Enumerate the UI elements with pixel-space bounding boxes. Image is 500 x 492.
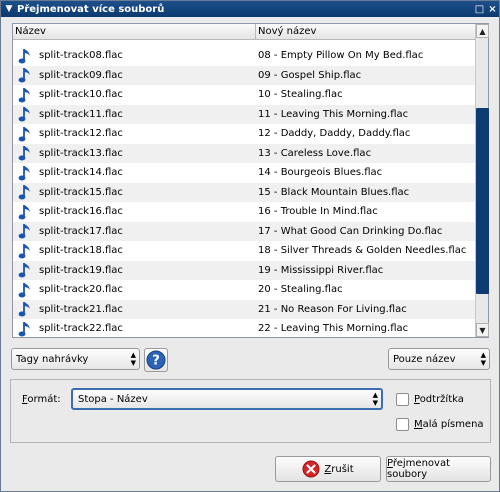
list-header: Název Nový název xyxy=(13,24,475,40)
new-filename: 09 - Gospel Ship.flac xyxy=(258,69,362,81)
window-menu-icon[interactable]: ▼ xyxy=(1,4,17,14)
list-item[interactable]: split-track08.flac 08 - Empty Pillow On M… xyxy=(13,46,475,66)
svg-text:?: ? xyxy=(152,354,160,369)
list-item[interactable]: split-track18.flac 18 - Silver Threads & … xyxy=(13,241,475,261)
original-filename: split-track15.flac xyxy=(39,186,123,198)
list-item[interactable]: split-track17.flac 17 - What Good Can Dri… xyxy=(13,221,475,241)
underscores-label[interactable]: Podtržítka xyxy=(414,394,464,405)
column-header-new-name[interactable]: Nový název xyxy=(256,24,475,39)
scrollbar-thumb[interactable] xyxy=(476,108,489,294)
column-header-name[interactable]: Název xyxy=(13,24,256,39)
maximize-icon[interactable]: □ xyxy=(473,4,486,15)
original-filename: split-track19.flac xyxy=(39,264,123,276)
lowercase-label[interactable]: Malá písmena xyxy=(414,419,484,430)
music-note-icon xyxy=(13,125,39,143)
original-filename: split-track20.flac xyxy=(39,284,123,296)
format-group: Formát: Stopa - Název ▲ ▼ Podtržítka Malá… xyxy=(10,379,491,443)
title-bar: ▼ Přejmenovat více souborů □ × xyxy=(1,1,499,17)
music-note-icon xyxy=(13,164,39,182)
file-list[interactable]: Název Nový název split-track08.flac 08 - … xyxy=(12,23,489,338)
close-icon[interactable]: × xyxy=(486,4,499,15)
list-item[interactable]: split-track20.flac 20 - Stealing.flac xyxy=(13,280,475,300)
new-filename: 16 - Trouble In Mind.flac xyxy=(258,206,378,218)
music-note-icon xyxy=(13,47,39,65)
list-item[interactable]: split-track10.flac 10 - Stealing.flac xyxy=(13,85,475,105)
list-item[interactable]: split-track22.flac 22 - Leaving This Morn… xyxy=(13,319,475,337)
list-item[interactable]: split-track11.flac 11 - Leaving This Morn… xyxy=(13,104,475,124)
list-rows: split-track08.flac 08 - Empty Pillow On M… xyxy=(13,40,475,337)
select-arrows-icon: ▲ ▼ xyxy=(130,351,136,367)
list-item[interactable]: split-track19.flac 19 - Mississippi River… xyxy=(13,260,475,280)
music-note-icon xyxy=(13,86,39,104)
tags-select[interactable]: Tagy nahrávky ▲ ▼ xyxy=(11,348,140,370)
list-item[interactable]: split-track14.flac 14 - Bourgeois Blues.f… xyxy=(13,163,475,183)
lowercase-checkbox[interactable] xyxy=(396,418,409,431)
new-filename: 19 - Mississippi River.flac xyxy=(258,264,384,276)
cancel-icon xyxy=(302,460,320,478)
format-label: Formát: xyxy=(22,394,61,405)
new-filename: 13 - Careless Love.flac xyxy=(258,147,372,159)
music-note-icon xyxy=(13,144,39,162)
original-filename: split-track13.flac xyxy=(39,147,123,159)
music-note-icon xyxy=(13,242,39,260)
list-item[interactable]: split-track12.flac 12 - Daddy, Daddy, Dad… xyxy=(13,124,475,144)
original-filename: split-track22.flac xyxy=(39,323,123,335)
window-title: Přejmenovat více souborů xyxy=(17,3,165,15)
cancel-button-label: Zrušit xyxy=(324,463,354,475)
original-filename: split-track14.flac xyxy=(39,167,123,179)
music-note-icon xyxy=(13,66,39,84)
new-filename: 08 - Empty Pillow On My Bed.flac xyxy=(258,50,424,62)
scroll-down-button[interactable]: ▼ xyxy=(476,323,489,337)
mode-select[interactable]: Pouze název ▲ ▼ xyxy=(388,348,490,370)
vertical-scrollbar[interactable]: ▲ ▼ xyxy=(475,24,489,337)
select-arrows-icon: ▲ ▼ xyxy=(372,391,378,407)
music-note-icon xyxy=(13,300,39,318)
original-filename: split-track17.flac xyxy=(39,225,123,237)
new-filename: 22 - Leaving This Morning.flac xyxy=(258,323,409,335)
new-filename: 21 - No Reason For Living.flac xyxy=(258,303,407,315)
new-filename: 11 - Leaving This Morning.flac xyxy=(258,108,409,120)
list-item[interactable]: split-track09.flac 09 - Gospel Ship.flac xyxy=(13,65,475,85)
rename-dialog: ▼ Přejmenovat více souborů □ × Název Nov… xyxy=(0,0,500,492)
format-select-value: Stopa - Název xyxy=(78,393,148,405)
underscores-checkbox[interactable] xyxy=(396,393,409,406)
new-filename: 17 - What Good Can Drinking Do.flac xyxy=(258,225,443,237)
music-note-icon xyxy=(13,203,39,221)
new-filename: 15 - Black Mountain Blues.flac xyxy=(258,186,410,198)
list-item[interactable]: split-track13.flac 13 - Careless Love.fla… xyxy=(13,143,475,163)
original-filename: split-track16.flac xyxy=(39,206,123,218)
new-filename: 12 - Daddy, Daddy, Daddy.flac xyxy=(258,128,411,140)
original-filename: split-track21.flac xyxy=(39,303,123,315)
list-item[interactable]: split-track15.flac 15 - Black Mountain Bl… xyxy=(13,182,475,202)
music-note-icon xyxy=(13,320,39,337)
new-filename: 14 - Bourgeois Blues.flac xyxy=(258,167,383,179)
original-filename: split-track08.flac xyxy=(39,50,123,62)
rename-files-button[interactable]: Přejmenovat soubory xyxy=(386,456,491,482)
help-button[interactable]: ? xyxy=(144,348,168,372)
help-icon: ? xyxy=(146,350,166,370)
music-note-icon xyxy=(13,183,39,201)
list-item[interactable]: split-track21.flac 21 - No Reason For Liv… xyxy=(13,299,475,319)
new-filename: 18 - Silver Threads & Golden Needles.fla… xyxy=(258,245,467,257)
list-item[interactable]: split-track16.flac 16 - Trouble In Mind.f… xyxy=(13,202,475,222)
original-filename: split-track18.flac xyxy=(39,245,123,257)
original-filename: split-track12.flac xyxy=(39,128,123,140)
new-filename: 10 - Stealing.flac xyxy=(258,89,343,101)
music-note-icon xyxy=(13,281,39,299)
scroll-up-button[interactable]: ▲ xyxy=(476,24,489,38)
format-select[interactable]: Stopa - Název ▲ ▼ xyxy=(71,388,383,410)
tags-select-value: Tagy nahrávky xyxy=(16,353,89,365)
original-filename: split-track09.flac xyxy=(39,69,123,81)
cancel-button[interactable]: Zrušit xyxy=(275,456,381,482)
music-note-icon xyxy=(13,222,39,240)
rename-files-button-label: Přejmenovat soubory xyxy=(387,458,450,480)
original-filename: split-track10.flac xyxy=(39,89,123,101)
music-note-icon xyxy=(13,261,39,279)
music-note-icon xyxy=(13,105,39,123)
mode-select-value: Pouze název xyxy=(393,353,456,365)
original-filename: split-track11.flac xyxy=(39,108,123,120)
select-arrows-icon: ▲ ▼ xyxy=(480,351,486,367)
new-filename: 20 - Stealing.flac xyxy=(258,284,343,296)
